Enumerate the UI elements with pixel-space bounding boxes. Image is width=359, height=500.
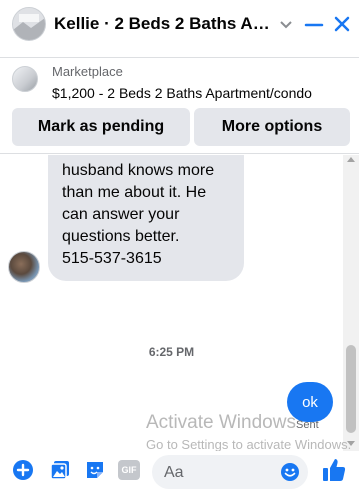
- minimize-icon[interactable]: [304, 18, 324, 32]
- sticker-icon[interactable]: [84, 459, 106, 481]
- message-input[interactable]: [162, 461, 276, 485]
- plus-circle-icon[interactable]: [12, 459, 34, 481]
- incoming-message-bubble: husband knows more than me about it. He …: [48, 155, 244, 281]
- message-input-wrapper[interactable]: [152, 455, 308, 489]
- scroll-thumb[interactable]: [346, 345, 356, 433]
- thumbs-up-icon[interactable]: [320, 456, 348, 484]
- mark-as-pending-button[interactable]: Mark as pending: [12, 108, 190, 146]
- listing-title[interactable]: $1,200 - 2 Beds 2 Baths Apartment/condo: [52, 85, 312, 101]
- listing-thumbnail[interactable]: [12, 66, 38, 92]
- message-timestamp: 6:25 PM: [148, 345, 195, 359]
- gif-label: GIF: [121, 465, 137, 475]
- message-thread[interactable]: husband knows more than me about it. He …: [0, 155, 343, 451]
- marketplace-label: Marketplace: [52, 64, 123, 79]
- message-status: Sent: [296, 419, 319, 431]
- listing-avatar[interactable]: [12, 7, 46, 41]
- incoming-message-text: husband knows more than me about it. He …: [62, 162, 215, 267]
- chat-header: Kellie · 2 Beds 2 Baths Apa...: [0, 0, 359, 58]
- sender-avatar[interactable]: [8, 251, 40, 283]
- close-icon[interactable]: [334, 16, 350, 32]
- more-options-button[interactable]: More options: [194, 108, 350, 146]
- chevron-down-icon[interactable]: [278, 16, 294, 32]
- thread-scrollbar[interactable]: [343, 155, 359, 451]
- outgoing-message-bubble: ok: [287, 382, 333, 422]
- scroll-down-arrow[interactable]: [347, 441, 355, 446]
- emoji-icon[interactable]: [280, 462, 300, 482]
- message-composer: GIF: [0, 451, 359, 500]
- photo-icon[interactable]: [49, 459, 71, 481]
- gif-icon[interactable]: GIF: [118, 460, 140, 480]
- conversation-title[interactable]: Kellie · 2 Beds 2 Baths Apa...: [54, 14, 272, 34]
- scroll-up-arrow[interactable]: [347, 157, 355, 162]
- marketplace-listing-bar: Marketplace $1,200 - 2 Beds 2 Baths Apar…: [0, 58, 359, 154]
